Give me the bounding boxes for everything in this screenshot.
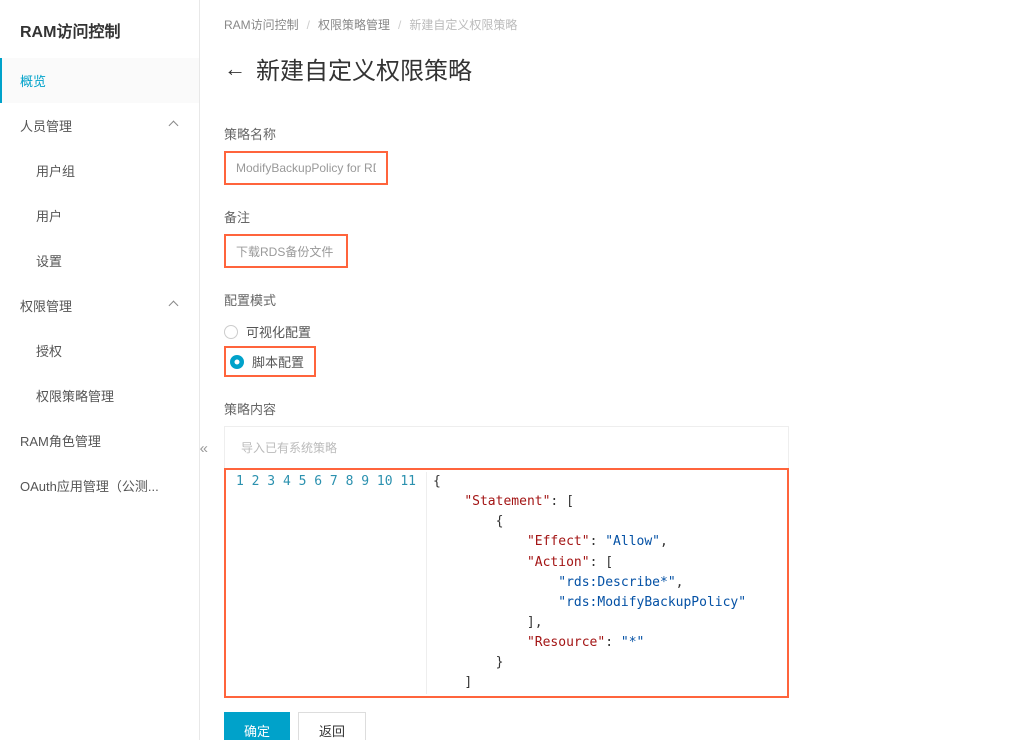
sidebar-item[interactable]: 权限管理 <box>0 283 199 328</box>
breadcrumb-item[interactable]: RAM访问控制 <box>224 16 299 33</box>
sidebar-item-label: 用户组 <box>36 161 75 180</box>
radio-icon <box>224 325 238 339</box>
sidebar-item-label: 设置 <box>36 251 62 270</box>
chevron-up-icon <box>169 121 179 131</box>
sidebar-item-label: RAM角色管理 <box>20 431 101 450</box>
breadcrumb-item-current: 新建自定义权限策略 <box>409 16 517 33</box>
sidebar-collapse-handle[interactable] <box>200 438 208 459</box>
code-editor-highlight: 1 2 3 4 5 6 7 8 9 10 11 { "Statement": [… <box>224 468 789 698</box>
remark-highlight <box>224 234 348 268</box>
sidebar-item-label: 概览 <box>20 71 46 90</box>
radio-visual-label: 可视化配置 <box>246 322 311 341</box>
sidebar: RAM访问控制 概览人员管理用户组用户设置权限管理授权权限策略管理 RAM角色管理… <box>0 0 200 740</box>
policy-content-label: 策略内容 <box>224 399 993 418</box>
breadcrumb-item[interactable]: 权限策略管理 <box>318 16 390 33</box>
radio-script-highlight: 脚本配置 <box>224 346 316 377</box>
radio-script-label: 脚本配置 <box>252 352 304 371</box>
sidebar-item[interactable]: 人员管理 <box>0 103 199 148</box>
radio-visual-config[interactable]: 可视化配置 <box>224 317 993 346</box>
sidebar-title: RAM访问控制 <box>0 0 199 58</box>
sidebar-item[interactable]: 设置 <box>0 238 199 283</box>
code-content[interactable]: { "Statement": [ { "Effect": "Allow", "A… <box>426 472 783 694</box>
breadcrumb: RAM访问控制 / 权限策略管理 / 新建自定义权限策略 <box>224 10 993 33</box>
remark-label: 备注 <box>224 207 993 226</box>
sidebar-item-label: 权限管理 <box>20 296 72 315</box>
sidebar-item-label: 授权 <box>36 341 62 360</box>
radio-icon-checked[interactable] <box>230 355 244 369</box>
policy-name-input[interactable] <box>226 153 386 183</box>
back-arrow-icon[interactable]: ← <box>224 58 246 80</box>
chevron-up-icon <box>169 301 179 311</box>
return-button[interactable]: 返回 <box>298 712 366 740</box>
sidebar-item[interactable]: RAM角色管理 <box>0 418 199 463</box>
sidebar-item[interactable]: 用户组 <box>0 148 199 193</box>
sidebar-item[interactable]: 授权 <box>0 328 199 373</box>
confirm-button[interactable]: 确定 <box>224 712 290 740</box>
sidebar-item[interactable]: 用户 <box>0 193 199 238</box>
sidebar-item-label: OAuth应用管理（公测... <box>20 476 159 495</box>
line-numbers: 1 2 3 4 5 6 7 8 9 10 11 <box>230 472 426 694</box>
sidebar-item-label: 用户 <box>36 206 62 225</box>
sidebar-item[interactable]: OAuth应用管理（公测... <box>0 463 199 508</box>
sidebar-item-label: 人员管理 <box>20 116 72 135</box>
remark-input[interactable] <box>226 236 346 266</box>
main-content: RAM访问控制 / 权限策略管理 / 新建自定义权限策略 ← 新建自定义权限策略… <box>200 0 1017 740</box>
sidebar-item[interactable]: 权限策略管理 <box>0 373 199 418</box>
policy-name-label: 策略名称 <box>224 124 993 143</box>
page-title: 新建自定义权限策略 <box>256 51 472 86</box>
sidebar-item[interactable]: 概览 <box>0 58 199 103</box>
sidebar-item-label: 权限策略管理 <box>36 386 114 405</box>
policy-name-highlight <box>224 151 388 185</box>
config-mode-label: 配置模式 <box>224 290 993 309</box>
code-editor[interactable]: 1 2 3 4 5 6 7 8 9 10 11 { "Statement": [… <box>226 470 787 696</box>
import-policy-bar[interactable]: 导入已有系统策略 <box>224 426 789 468</box>
